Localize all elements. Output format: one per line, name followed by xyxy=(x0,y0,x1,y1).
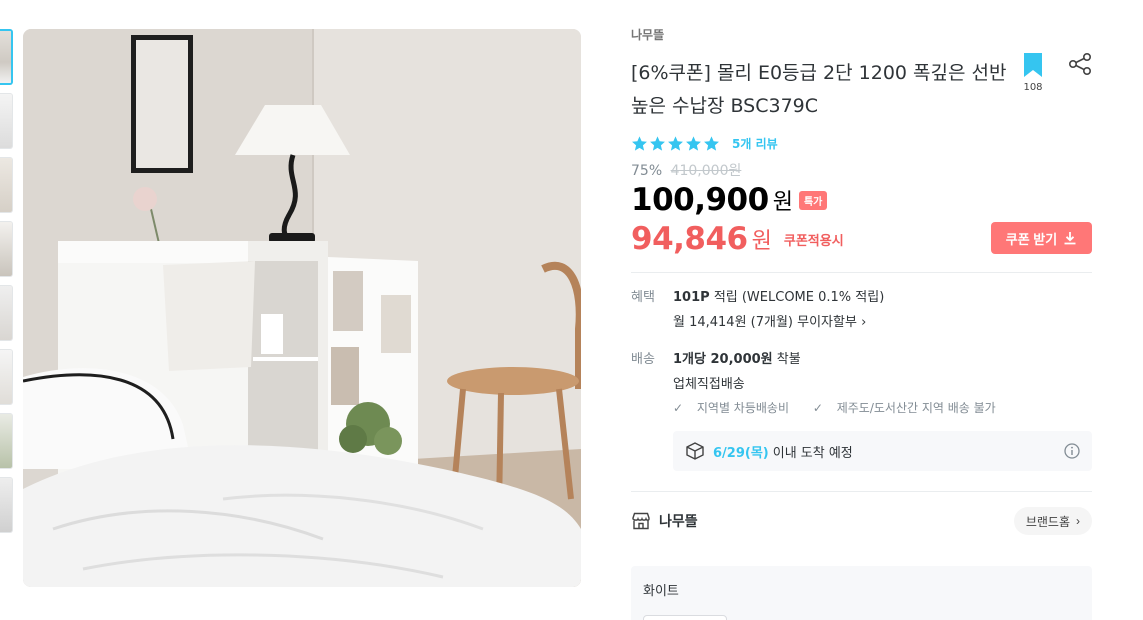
thumbnail[interactable] xyxy=(0,349,13,405)
star-icon xyxy=(704,135,719,151)
brand-link[interactable]: 나무뜰 xyxy=(631,26,1092,43)
rating-row: 5개 리뷰 xyxy=(631,134,1092,152)
star-icon xyxy=(650,135,665,151)
installment-text: 월 14,414원 (7개월) 무이자할부 xyxy=(673,315,857,330)
selected-option-box: 화이트 − 1 + xyxy=(631,566,1092,620)
shipping-method: 업체직접배송 xyxy=(673,377,745,392)
installment-link[interactable]: 월 14,414원 (7개월) 무이자할부 › xyxy=(673,310,1092,335)
thumbnail[interactable] xyxy=(0,157,13,213)
share-button[interactable] xyxy=(1068,52,1092,80)
shipping-note-1: 지역별 차등배송비 xyxy=(696,401,790,415)
chevron-right-icon: › xyxy=(856,315,867,330)
store-name[interactable]: 나무뜰 xyxy=(659,511,698,531)
shipping-fee: 1개당 20,000원 xyxy=(673,352,773,367)
divider xyxy=(631,272,1092,273)
thumbnail[interactable] xyxy=(0,29,13,85)
thumbnail[interactable] xyxy=(0,413,13,469)
special-badge: 특가 xyxy=(798,190,828,210)
brand-home-button[interactable]: 브랜드홈 › xyxy=(1013,507,1092,535)
sale-price: 100,900 xyxy=(631,182,769,218)
star-icon xyxy=(632,135,647,151)
arrival-estimate: 6/29(목) 이내 도착 예정 xyxy=(673,431,1092,471)
points-text: 적립 (WELCOME 0.1% 적립) xyxy=(713,290,885,305)
package-icon xyxy=(686,442,704,460)
option-name: 화이트 xyxy=(643,584,679,599)
check-icon: ✓ xyxy=(673,401,687,415)
bookmark-count: 108 xyxy=(1023,82,1043,93)
store-row: 나무뜰 브랜드홈 › xyxy=(631,492,1092,550)
chevron-right-icon: › xyxy=(1076,514,1080,528)
coupon-button-label: 쿠폰 받기 xyxy=(1005,231,1058,247)
shipping-section: 배송 1개당 20,000원 착불 업체직접배송 ✓ 지역별 차등배송비 ✓ 제… xyxy=(631,347,1092,419)
bookmark-button[interactable] xyxy=(1022,52,1044,82)
thumbnail[interactable] xyxy=(0,93,13,149)
brand-home-label: 브랜드홈 xyxy=(1025,514,1070,529)
thumbnail[interactable] xyxy=(0,477,13,533)
coupon-price-unit: 원 xyxy=(751,229,772,254)
main-product-image[interactable] xyxy=(23,29,581,587)
info-icon[interactable] xyxy=(1064,443,1080,463)
benefit-label: 혜택 xyxy=(631,290,655,305)
review-link[interactable]: 5개 리뷰 xyxy=(732,135,778,152)
star-icon xyxy=(668,135,683,151)
share-icon xyxy=(1068,52,1092,76)
thumbnail[interactable] xyxy=(0,285,13,341)
discount-rate: 75% xyxy=(631,163,663,179)
coupon-label: 쿠폰적용시 xyxy=(783,233,844,249)
coupon-price: 94,846 xyxy=(631,221,748,257)
coupon-button[interactable]: 쿠폰 받기 xyxy=(991,222,1092,254)
quantity-stepper[interactable]: − 1 + xyxy=(643,615,727,620)
thumbnail[interactable] xyxy=(0,221,13,277)
coupon-price-row: 94,846 원 쿠폰적용시 쿠폰 받기 xyxy=(631,218,1092,260)
shipping-label: 배송 xyxy=(631,352,655,367)
discount-row: 75% 410,000원 xyxy=(631,160,1092,179)
product-info: 나무뜰 [6%쿠폰] 몰리 E0등급 2단 1200 폭깊은 선반 높은 수납장… xyxy=(631,26,1092,620)
arrival-date: 6/29(목) xyxy=(713,445,769,461)
shipping-notes: ✓ 지역별 차등배송비 ✓ 제주도/도서산간 지역 배송 불가 xyxy=(673,397,1092,419)
points: 101P xyxy=(673,290,710,305)
product-actions: 108 xyxy=(1022,52,1092,122)
check-icon: ✓ xyxy=(812,401,827,415)
price-row: 100,900 원 특가 xyxy=(631,182,1092,218)
room-photo xyxy=(23,29,581,587)
download-icon xyxy=(1064,232,1076,245)
star-rating xyxy=(631,135,720,152)
arrival-text: 이내 도착 예정 xyxy=(772,445,853,461)
original-price: 410,000원 xyxy=(670,163,742,179)
shipping-note-2: 제주도/도서산간 지역 배송 불가 xyxy=(836,401,996,415)
star-icon xyxy=(686,135,701,151)
bookmark-icon xyxy=(1024,53,1042,77)
store-icon xyxy=(632,512,650,530)
thumbnail-strip xyxy=(0,29,13,541)
benefit-section: 혜택 101P 적립 (WELCOME 0.1% 적립) 월 14,414원 (… xyxy=(631,285,1092,335)
shipping-fee-text: 착불 xyxy=(776,352,801,367)
product-title: [6%쿠폰] 몰리 E0등급 2단 1200 폭깊은 선반 높은 수납장 BSC… xyxy=(631,62,1007,117)
price-unit: 원 xyxy=(772,190,793,215)
